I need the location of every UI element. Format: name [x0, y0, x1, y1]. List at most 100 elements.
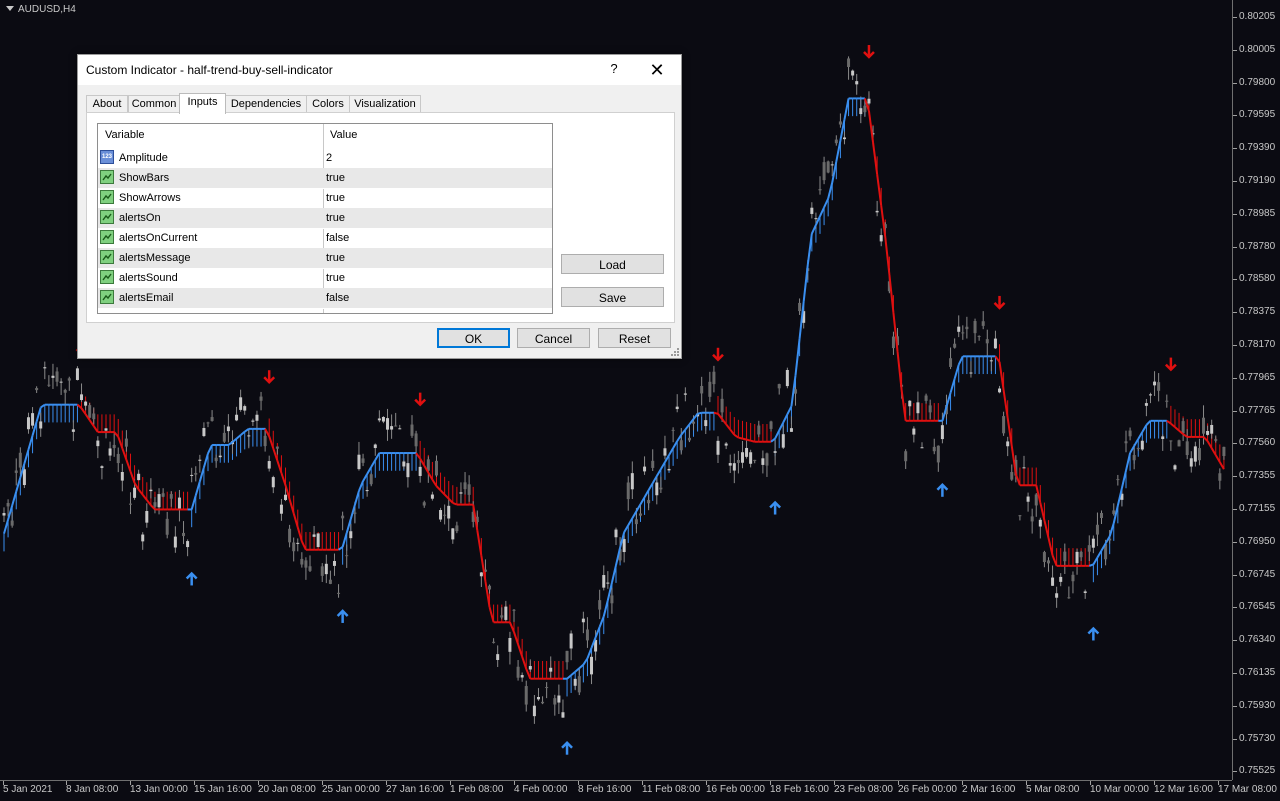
candle-body — [789, 428, 793, 432]
help-button[interactable]: ? — [602, 61, 626, 79]
half-trend-line-segment — [1182, 433, 1188, 438]
price-tick — [1233, 575, 1237, 576]
half-trend-line-segment — [1096, 549, 1103, 558]
half-trend-line-segment — [227, 441, 234, 446]
candle-body — [422, 502, 426, 506]
candle-body — [67, 378, 71, 381]
buy-arrow-icon — [769, 500, 782, 515]
half-trend-line-segment — [574, 667, 580, 673]
time-label: 17 Mar 08:00 — [1218, 784, 1277, 795]
candle-body — [1157, 382, 1161, 391]
tab-common[interactable]: Common — [128, 95, 180, 113]
variable-value[interactable]: true — [326, 272, 345, 284]
half-trend-line-segment — [88, 419, 95, 427]
half-trend-line-segment — [113, 431, 119, 438]
half-trend-line-segment — [651, 475, 658, 484]
candle-body — [153, 502, 157, 507]
tab-colors[interactable]: Colors — [306, 95, 350, 113]
candle-body — [598, 600, 602, 610]
input-row-alertson[interactable]: alertsOn true — [98, 208, 552, 229]
variable-value[interactable]: true — [326, 252, 345, 264]
input-row-alertsemail[interactable]: alertsEmail false — [98, 288, 552, 309]
price-axis[interactable]: 0.80205 0.80005 0.79800 0.79595 0.79390 0.791… — [1232, 0, 1280, 780]
candle-body — [328, 579, 332, 584]
candle-body — [634, 519, 638, 525]
candle-body — [353, 512, 357, 514]
candle-body — [169, 494, 173, 499]
half-trend-line-segment — [1141, 424, 1148, 433]
tab-about[interactable]: About — [86, 95, 128, 113]
candle-body — [581, 618, 585, 623]
half-trend-line-segment — [586, 647, 593, 659]
input-row-showbars[interactable]: ShowBars true — [98, 168, 552, 189]
candle-body — [1034, 494, 1038, 506]
variable-value[interactable]: false — [326, 292, 349, 304]
input-row-alertssound[interactable]: alertsSound true — [98, 268, 552, 289]
half-trend-line-segment — [721, 418, 727, 425]
half-trend-line-segment — [488, 606, 495, 623]
input-row-showarrows[interactable]: ShowArrows true — [98, 188, 552, 209]
variable-value[interactable]: 2 — [326, 152, 332, 164]
dialog-titlebar[interactable]: Custom Indicator - half-trend-buy-sell-i… — [78, 55, 681, 85]
candle-body — [463, 482, 467, 490]
price-label: 0.80205 — [1239, 11, 1276, 22]
candle-body — [418, 466, 422, 476]
time-label: 27 Jan 16:00 — [386, 784, 444, 795]
half-trend-line-segment — [676, 434, 683, 442]
half-trend-line-segment — [198, 467, 205, 482]
sell-arrow-icon — [1164, 357, 1177, 372]
half-trend-line-segment — [11, 491, 18, 506]
inputs-grid[interactable]: Variable Value 123 Amplitude 2 ShowBars true… — [97, 123, 553, 314]
candle-body — [202, 428, 206, 437]
candle-body — [47, 384, 51, 386]
candle-body — [712, 371, 716, 385]
half-trend-line-segment — [643, 489, 650, 498]
candle-body — [145, 511, 149, 523]
candle-body — [700, 385, 704, 394]
price-tick — [1233, 411, 1237, 412]
input-row-alertsmessage[interactable]: alertsMessage true — [98, 248, 552, 269]
variable-value[interactable]: true — [326, 212, 345, 224]
half-trend-line-segment — [239, 430, 246, 436]
half-trend-line-segment — [92, 425, 99, 433]
tab-dependencies[interactable]: Dependencies — [225, 95, 307, 113]
load-button[interactable]: Load — [561, 254, 664, 274]
variable-value[interactable]: false — [326, 232, 349, 244]
resize-grip-icon[interactable] — [671, 348, 679, 356]
time-axis[interactable]: 5 Jan 2021 8 Jan 08:00 13 Jan 00:00 15 Jan … — [0, 780, 1277, 801]
symbol-title[interactable]: AUDUSD,H4 — [6, 4, 76, 15]
variable-value[interactable]: true — [326, 192, 345, 204]
price-label: 0.77965 — [1239, 372, 1276, 383]
sell-arrow-icon — [263, 370, 276, 384]
variable-column-header[interactable]: Variable — [105, 129, 145, 141]
half-trend-line-segment — [998, 361, 1005, 391]
half-trend-line-segment — [1112, 505, 1119, 524]
half-trend-line-segment — [129, 471, 136, 484]
half-trend-line-segment — [627, 517, 634, 526]
candle-body — [630, 473, 634, 490]
variable-name: alertsOn — [119, 212, 161, 224]
tab-visualization[interactable]: Visualization — [349, 95, 421, 113]
candle-body — [1067, 597, 1071, 599]
candle-body — [337, 592, 341, 594]
variable-value[interactable]: true — [326, 172, 345, 184]
candle-body — [1071, 574, 1075, 582]
cancel-button[interactable]: Cancel — [517, 328, 590, 348]
candle-body — [345, 555, 349, 557]
tab-inputs[interactable]: Inputs — [179, 93, 226, 114]
candle-body — [1042, 552, 1046, 563]
candle-body — [810, 207, 814, 214]
price-label: 0.77155 — [1239, 503, 1276, 514]
input-row-alertsoncurrent[interactable]: alertsOnCurrent false — [98, 228, 552, 249]
reset-button[interactable]: Reset — [598, 328, 671, 348]
close-button[interactable]: ✕ — [644, 59, 670, 81]
input-row-amplitude[interactable]: 123 Amplitude 2 — [98, 148, 552, 169]
candle-body — [263, 435, 267, 447]
candle-body — [439, 510, 443, 520]
ok-button[interactable]: OK — [437, 328, 510, 348]
value-column-header[interactable]: Value — [330, 129, 357, 141]
save-button[interactable]: Save — [561, 287, 664, 307]
half-trend-line-segment — [835, 140, 842, 162]
price-tick — [1233, 607, 1237, 608]
time-label: 20 Jan 08:00 — [258, 784, 316, 795]
